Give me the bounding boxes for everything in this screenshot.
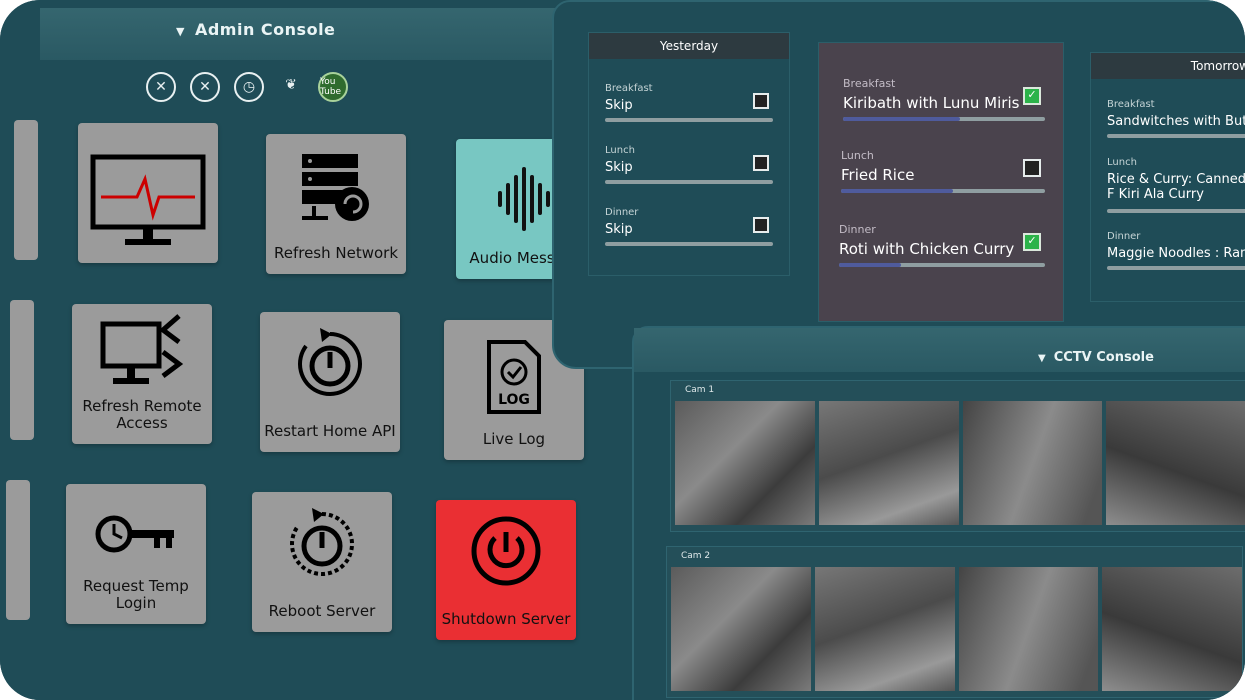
monitor-pulse-icon	[90, 154, 206, 245]
meal-planner-panel: Yesterday Breakfast Skip Lunch Skip Dinn…	[552, 0, 1245, 369]
cctv-console-panel: ▼ CCTV Console Cam 1 Cam 2	[632, 326, 1245, 700]
meal-checkbox-checked[interactable]: ✓	[1023, 87, 1041, 105]
camera-feed-image[interactable]	[1106, 401, 1245, 525]
camera-feed-image[interactable]	[1102, 567, 1242, 691]
bluetooth-off-icon: ✕	[146, 72, 176, 102]
partial-tile[interactable]	[10, 300, 34, 440]
screenshot-scene: ▼ Admin Console ✕ ✕ ◷ ❦ You Tube Refresh…	[0, 0, 1245, 700]
system-monitor-tile[interactable]	[78, 123, 218, 263]
bluetooth-off-icon: ✕	[190, 72, 220, 102]
meal-checkbox[interactable]	[753, 155, 769, 171]
meal-progress-bar	[605, 180, 773, 184]
admin-title-text: Admin Console	[194, 20, 336, 39]
admin-console-title[interactable]: ▼ Admin Console	[176, 20, 335, 39]
cctv-console-title[interactable]: ▼ CCTV Console	[1038, 350, 1154, 365]
meal-item-breakfast: Breakfast Kiribath with Lunu Miris ✓	[843, 77, 1045, 121]
collapse-triangle-icon: ▼	[1038, 353, 1046, 364]
camera-feed-image[interactable]	[671, 567, 811, 691]
refresh-remote-access-tile[interactable]: Refresh Remote Access	[72, 304, 212, 444]
svg-text:LOG: LOG	[498, 392, 530, 408]
power-restart-icon	[290, 508, 354, 576]
camera-feed-image[interactable]	[962, 401, 1103, 525]
partial-tile[interactable]	[6, 480, 30, 620]
meal-card-today: Breakfast Kiribath with Lunu Miris ✓ Lun…	[818, 42, 1064, 322]
collapse-triangle-icon: ▼	[176, 25, 185, 38]
remote-monitor-icon	[100, 314, 184, 384]
meal-card-title: Tomorrow	[1091, 53, 1245, 79]
camera-feed-image[interactable]	[675, 401, 815, 525]
meal-item-lunch: Lunch Skip	[605, 145, 773, 184]
meal-checkbox[interactable]	[1023, 159, 1041, 177]
meal-progress-bar	[843, 117, 1045, 121]
meal-progress-fill	[841, 189, 954, 193]
restart-home-api-tile[interactable]: Restart Home API	[260, 312, 400, 452]
meal-item-dinner: Dinner Skip	[605, 207, 773, 246]
request-temp-login-tile[interactable]: Request Temp Login	[66, 484, 206, 624]
shutdown-server-tile[interactable]: Shutdown Server	[436, 500, 576, 640]
camera-feed-image[interactable]	[958, 567, 1099, 691]
meal-progress-fill	[839, 263, 901, 267]
camera-feed-image[interactable]	[818, 401, 959, 525]
server-refresh-icon	[302, 154, 369, 221]
clock-key-icon	[95, 515, 174, 553]
wheat-icon: ❦	[285, 77, 297, 93]
meal-checkbox[interactable]	[753, 93, 769, 109]
power-restart-icon	[298, 328, 362, 396]
meal-progress-bar	[1107, 209, 1245, 213]
meal-progress-bar	[1107, 134, 1245, 138]
meal-progress-bar	[1107, 266, 1245, 270]
meal-progress-bar	[841, 189, 1045, 193]
meal-progress-bar	[605, 242, 773, 246]
meal-item-breakfast: Breakfast Sandwitches with Butte	[1107, 99, 1245, 138]
meal-item-breakfast: Breakfast Skip	[605, 83, 773, 122]
camera-feed-image[interactable]	[814, 567, 955, 691]
meal-checkbox-checked[interactable]: ✓	[1023, 233, 1041, 251]
camera-label: Cam 2	[681, 551, 711, 561]
camera-feed-group: Cam 2	[666, 546, 1243, 698]
meal-card-yesterday: Yesterday Breakfast Skip Lunch Skip Dinn…	[588, 32, 790, 276]
camera-label: Cam 1	[685, 385, 715, 395]
meal-progress-bar	[839, 263, 1045, 267]
camera-feed-group: Cam 1	[670, 380, 1245, 532]
power-icon	[471, 516, 541, 586]
meal-item-lunch: Lunch Rice & Curry: Canned F Kiri Ala Cu…	[1107, 157, 1245, 213]
meal-item-dinner: Dinner Roti with Chicken Curry ✓	[839, 223, 1045, 267]
meal-progress-fill	[843, 117, 961, 121]
partial-tile[interactable]	[14, 120, 38, 260]
meal-card-tomorrow: Tomorrow Breakfast Sandwitches with Butt…	[1090, 52, 1245, 302]
refresh-network-tile[interactable]: Refresh Network	[266, 134, 406, 274]
meal-item-lunch: Lunch Fried Rice	[841, 149, 1045, 193]
meal-item-dinner: Dinner Maggie Noodles : Ramo	[1107, 231, 1245, 270]
status-icon-bar: ✕ ✕ ◷ ❦ You Tube	[146, 72, 348, 102]
log-file-icon: LOG	[487, 340, 541, 414]
meal-checkbox[interactable]	[753, 217, 769, 233]
reboot-server-tile[interactable]: Reboot Server	[252, 492, 392, 632]
youtube-icon: You Tube	[318, 72, 348, 102]
alarm-icon: ◷	[234, 72, 264, 102]
meal-progress-bar	[605, 118, 773, 122]
meal-card-title: Yesterday	[589, 33, 789, 59]
camera-feed-strip	[675, 401, 1245, 525]
soundwave-icon	[498, 167, 550, 231]
camera-feed-strip	[671, 567, 1242, 691]
